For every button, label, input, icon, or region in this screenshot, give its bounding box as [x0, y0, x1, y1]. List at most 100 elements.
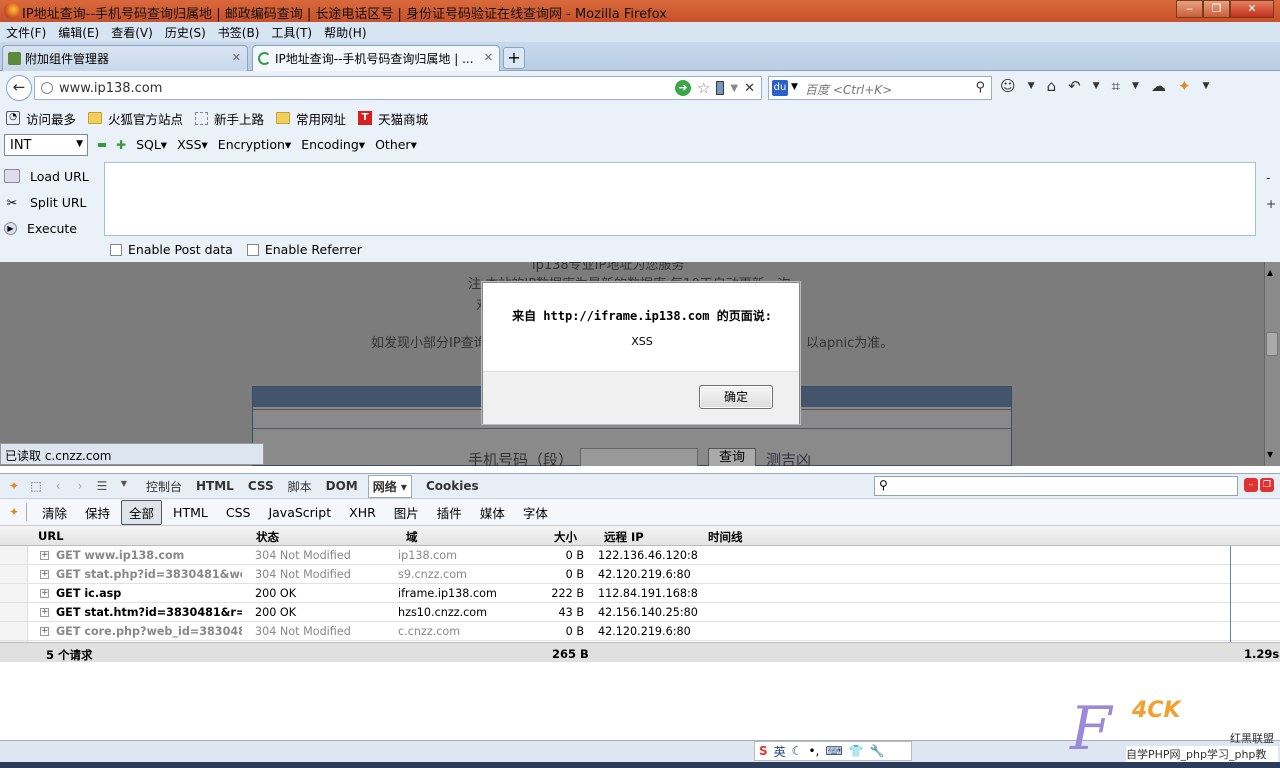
dropdown-icon[interactable]: ▼	[1132, 77, 1139, 95]
filter-fonts[interactable]: 字体	[516, 501, 555, 524]
expand-icon[interactable]: +	[40, 627, 49, 636]
menu-file[interactable]: 文件(F)	[0, 22, 52, 42]
firebug-icon[interactable]: ✦	[1178, 77, 1191, 95]
home-icon[interactable]: ⌂	[1047, 77, 1057, 95]
decrement-icon[interactable]	[98, 142, 106, 147]
table-row[interactable]: + GET www.ip138.com 304 Not Modified ip138.…	[0, 546, 1280, 565]
punct-icon[interactable]: •,	[808, 744, 819, 758]
col-domain[interactable]: 域	[406, 529, 418, 545]
panel-console[interactable]: 控制台	[146, 478, 182, 495]
menu-help[interactable]: 帮助(H)	[318, 22, 372, 42]
filter-plugins[interactable]: 插件	[430, 501, 469, 524]
sogou-icon[interactable]: S	[759, 744, 768, 758]
table-row[interactable]: + GET stat.htm?id=3830481&r=& 200 OK hzs10.…	[0, 603, 1280, 622]
request-url[interactable]: GET core.php?web_id=3830481	[56, 625, 242, 638]
tab-ip138[interactable]: IP地址查询--手机号码查询归属地 | ... ✕	[252, 45, 500, 71]
minimize-button[interactable]: ‒	[1176, 0, 1203, 18]
panel-css[interactable]: CSS	[248, 479, 274, 493]
menu-sql[interactable]: SQL▾	[136, 137, 167, 152]
maximize-button[interactable]: ❐	[1203, 0, 1230, 18]
panel-script[interactable]: 脚本	[288, 478, 312, 495]
phone-input[interactable]	[580, 448, 698, 466]
list-icon[interactable]: ☰	[94, 479, 110, 493]
hackbar-type-select[interactable]: INT ▼	[4, 134, 88, 156]
dropdown-icon[interactable]: ▼	[1203, 77, 1210, 95]
dropdown-icon[interactable]: ▼	[116, 479, 132, 493]
chat-icon[interactable]: ☁	[1151, 77, 1166, 95]
inspect-icon[interactable]: ⬚	[28, 479, 44, 493]
expand-icon[interactable]: +	[40, 608, 49, 617]
ok-button[interactable]: 确定	[699, 385, 773, 409]
filter-clear[interactable]: 清除	[35, 501, 74, 524]
forward-icon[interactable]: ›	[72, 479, 88, 493]
search-icon[interactable]: ⚲	[975, 80, 985, 95]
phone-icon[interactable]	[716, 81, 725, 95]
filter-persist[interactable]: 保持	[78, 501, 117, 524]
skin-icon[interactable]: 👕	[849, 744, 864, 758]
moon-icon[interactable]: ☾	[792, 744, 803, 758]
close-button[interactable]: ✕	[1230, 0, 1274, 18]
dropdown-icon[interactable]: ▼	[730, 83, 738, 94]
url-text[interactable]: www.ip138.com	[59, 81, 162, 96]
filter-xhr[interactable]: XHR	[342, 503, 383, 522]
expand-icon[interactable]: +	[1266, 191, 1276, 217]
url-bar[interactable]: www.ip138.com ➜ ☆ ▼ ✕	[34, 76, 762, 100]
crop-icon[interactable]: ⌗	[1112, 77, 1120, 95]
undo-icon[interactable]: ↶	[1068, 77, 1081, 95]
increment-icon[interactable]: ✚	[116, 138, 126, 152]
request-url[interactable]: GET stat.htm?id=3830481&r=&	[56, 606, 242, 619]
firebug-search-input[interactable]: ⚲	[874, 476, 1238, 496]
firebug-icon[interactable]: ✦	[6, 479, 22, 493]
expand-icon[interactable]: +	[40, 551, 49, 560]
shrink-icon[interactable]: -	[1266, 165, 1276, 191]
filter-css[interactable]: CSS	[219, 503, 258, 522]
bookmark-firefox-site[interactable]: 火狐官方站点	[88, 109, 183, 128]
settings-icon[interactable]: 🔧	[870, 744, 885, 758]
col-timeline[interactable]: 时间线	[708, 529, 743, 545]
new-tab-button[interactable]: +	[503, 47, 525, 69]
menu-xss[interactable]: XSS▾	[177, 137, 208, 152]
search-engine-dropdown-icon[interactable]: ▼	[791, 82, 798, 92]
request-url[interactable]: GET stat.php?id=3830481&web_	[56, 568, 242, 581]
bookmark-star-icon[interactable]: ☆	[697, 80, 710, 96]
filter-media[interactable]: 媒体	[473, 501, 512, 524]
query-button[interactable]: 查询	[708, 448, 756, 466]
col-size[interactable]: 大小	[554, 529, 577, 545]
col-url[interactable]: URL	[38, 529, 64, 543]
menu-bookmarks[interactable]: 书签(B)	[212, 22, 266, 42]
split-url-button[interactable]: ✂ Split URL	[0, 189, 89, 215]
table-row[interactable]: + GET stat.php?id=3830481&web_ 304 Not Mod…	[0, 565, 1280, 584]
execute-button[interactable]: ▶ Execute	[0, 215, 89, 241]
col-status[interactable]: 状态	[256, 529, 279, 545]
menu-view[interactable]: 查看(V)	[105, 22, 159, 42]
back-button[interactable]: ←	[6, 75, 32, 101]
filter-images[interactable]: 图片	[387, 501, 426, 524]
expand-icon[interactable]: +	[40, 570, 49, 579]
panel-net[interactable]: 网络 ▾	[367, 474, 412, 498]
stop-icon[interactable]: ✕	[744, 81, 755, 96]
menu-other[interactable]: Other▾	[375, 137, 417, 152]
load-url-button[interactable]: Load URL	[0, 163, 89, 189]
request-url[interactable]: GET www.ip138.com	[56, 549, 242, 562]
dropdown-icon[interactable]: ▼	[1093, 77, 1100, 95]
panel-html[interactable]: HTML	[196, 479, 234, 493]
expand-icon[interactable]: +	[40, 589, 49, 598]
page-scrollbar[interactable]: ▲ ▼	[1264, 262, 1280, 466]
go-icon[interactable]: ➜	[674, 80, 691, 96]
tab-close-icon[interactable]: ✕	[484, 51, 493, 64]
back-icon[interactable]: ‹	[50, 479, 66, 493]
request-url[interactable]: GET ic.asp	[56, 587, 242, 600]
col-remote-ip[interactable]: 远程 IP	[604, 529, 644, 545]
tab-close-icon[interactable]: ✕	[232, 51, 241, 64]
firebug-detach-icon[interactable]: ❐	[1260, 478, 1274, 492]
filter-html[interactable]: HTML	[166, 503, 215, 522]
filter-all[interactable]: 全部	[121, 499, 163, 525]
dropdown-icon[interactable]: ▼	[1028, 77, 1035, 95]
tab-addons[interactable]: 附加组件管理器 ✕	[2, 45, 248, 71]
ime-toolbar[interactable]: S 英 ☾ •, ⌨ 👕 🔧	[754, 741, 912, 761]
bookmark-getting-started[interactable]: 新手上路	[195, 109, 264, 128]
bookmark-tmall[interactable]: T 天猫商城	[358, 109, 428, 128]
bookmark-most-visited[interactable]: ◔ 访问最多	[6, 109, 76, 128]
table-row[interactable]: + GET ic.asp 200 OK iframe.ip138.com 222 B 11…	[0, 584, 1280, 603]
search-bar[interactable]: du ▼ 百度 <Ctrl+K> ⚲	[768, 76, 992, 100]
